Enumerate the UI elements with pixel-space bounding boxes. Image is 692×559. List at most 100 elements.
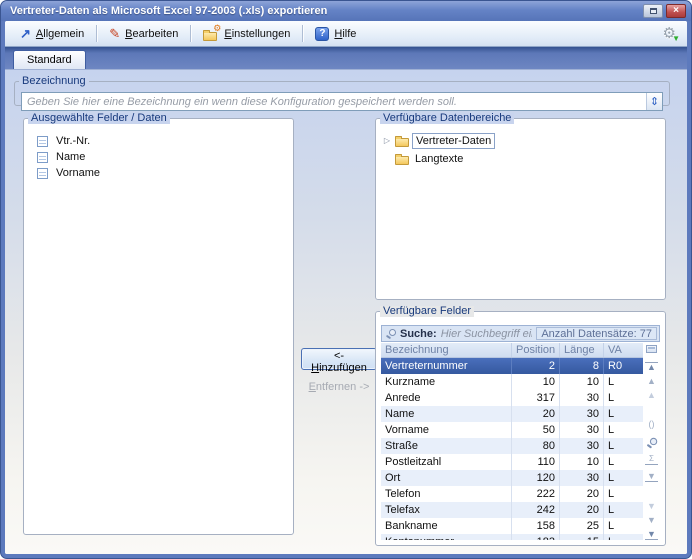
updown-arrow-icon: ⇕ (649, 96, 660, 108)
cell-bezeichnung: Kontonummer (381, 534, 511, 540)
remove-button[interactable]: Entfernen -> (293, 381, 385, 393)
column-header-va[interactable]: VA (603, 343, 643, 357)
move-top-button[interactable]: ▲ (645, 362, 658, 372)
arrow-up-right-icon: ↗ (20, 26, 31, 41)
gear-icon: ⚙ (213, 22, 222, 33)
toolbar-button-label: Allgemein (35, 27, 85, 40)
toolbar-separator (96, 25, 98, 42)
dialog-window: Vertreter-Daten als Microsoft Excel 97-2… (0, 0, 692, 559)
cell-bezeichnung: Bankname (385, 520, 438, 532)
move-bottom-button[interactable]: ▼ (645, 530, 658, 540)
cell-laenge: 10 (559, 454, 603, 470)
grid-navigator: ▲ ▲ ▲ () Σ ▼ ▼ ▼ ▼ (643, 343, 660, 540)
cell-laenge: 15 (559, 534, 603, 540)
data-areas-tree: ▷ Vertreter-Daten Langtexte (376, 124, 665, 168)
column-header-laenge[interactable]: Länge (559, 343, 603, 357)
bezeichnung-combobox[interactable]: Geben Sie hier eine Bezeichnung ein wenn… (21, 92, 663, 111)
move-down-alt-button[interactable]: ▼ (645, 502, 658, 511)
table-row[interactable]: Straße 80 30 L (381, 438, 643, 454)
cell-position: 2 (511, 358, 559, 374)
table-row[interactable]: Telefax 242 20 L (381, 502, 643, 518)
list-item-label: Vorname (56, 167, 101, 179)
window-controls: × (643, 4, 686, 18)
cell-va: L (603, 438, 643, 454)
title-bar[interactable]: Vertreter-Daten als Microsoft Excel 97-2… (1, 1, 691, 21)
toolbar-separator (302, 25, 304, 42)
toolbar-button-hilfe[interactable]: ? Hilfe (308, 25, 363, 43)
table-row[interactable]: Ort 120 30 L (381, 470, 643, 486)
folder-icon (395, 136, 409, 147)
cell-va: R0 (603, 358, 643, 374)
column-header-position[interactable]: Position (511, 343, 559, 357)
table-row[interactable]: Vertreternummer 2 8 R0 (381, 358, 643, 374)
tree-item-langtexte[interactable]: Langtexte (382, 150, 665, 168)
data-areas-group: Verfügbare Datenbereiche ▷ Vertreter-Dat… (375, 113, 666, 300)
search-icon (386, 328, 396, 339)
combo-dropdown-button[interactable]: ⇕ (646, 93, 662, 110)
column-header-bezeichnung[interactable]: Bezeichnung (381, 343, 511, 357)
toolbar-button-export-settings[interactable]: ⚙ ▼ (660, 24, 680, 43)
toolbar-button-label: Einstellungen (224, 27, 291, 40)
folder-icon (203, 29, 218, 41)
column-chooser-button[interactable] (646, 345, 657, 353)
tab-strip: Standard (5, 47, 687, 69)
cell-va: L (603, 406, 643, 422)
cell-laenge: 8 (559, 358, 603, 374)
table-row[interactable]: Anrede 317 30 L (381, 390, 643, 406)
table-row[interactable]: Postleitzahl 110 10 L (381, 454, 643, 470)
bezeichnung-placeholder: Geben Sie hier eine Bezeichnung ein wenn… (27, 95, 457, 108)
record-count-badge: Anzahl Datensätze: 77 (536, 327, 657, 340)
expander-icon[interactable]: ▷ (382, 137, 392, 145)
table-row[interactable]: Vorname 50 30 L (381, 422, 643, 438)
cell-position: 80 (511, 438, 559, 454)
cell-va: L (603, 486, 643, 502)
restore-icon (649, 8, 657, 14)
cell-bezeichnung: Kurzname (385, 376, 436, 388)
table-row[interactable]: Name 20 30 L (381, 406, 643, 422)
cell-bezeichnung: Telefax (385, 504, 420, 516)
tab-standard[interactable]: Standard (13, 50, 86, 69)
restore-button[interactable] (643, 4, 663, 18)
table-row[interactable]: Bankname 158 25 L (381, 518, 643, 534)
cell-position: 10 (511, 374, 559, 390)
cell-position: 110 (511, 454, 559, 470)
toolbar-button-allgemein[interactable]: ↗ Allgemein (13, 25, 91, 42)
edit-pencil-icon: ✎ (109, 26, 121, 41)
locate-search-button[interactable] (646, 437, 657, 448)
list-item[interactable]: Vtr.-Nr. (37, 133, 293, 149)
list-item[interactable]: Vorname (37, 165, 293, 181)
cell-laenge: 30 (559, 406, 603, 422)
cell-laenge: 30 (559, 422, 603, 438)
cell-bezeichnung: Postleitzahl (385, 456, 442, 468)
summary-icon[interactable]: Σ (645, 455, 658, 465)
cell-laenge: 30 (559, 438, 603, 454)
search-bar[interactable]: Suche: Hier Suchbegriff eingebe Anzahl D… (381, 325, 660, 342)
toolbar-button-einstellungen[interactable]: ⚙ Einstellungen (196, 22, 297, 43)
table-row[interactable]: Telefon 222 20 L (381, 486, 643, 502)
move-down-button[interactable]: ▼ (645, 516, 658, 525)
move-up-button[interactable]: ▲ (645, 377, 658, 386)
cell-position: 242 (511, 502, 559, 518)
close-button[interactable]: × (666, 4, 686, 18)
toolbar: ↗ Allgemein ✎ Bearbeiten ⚙ Einstellungen… (5, 21, 687, 47)
toolbar-button-label: Bearbeiten (125, 27, 179, 40)
cell-laenge: 10 (559, 374, 603, 390)
cell-va: L (603, 454, 643, 470)
add-button[interactable]: <- Hinzufügen (301, 348, 377, 374)
cell-laenge: 25 (559, 518, 603, 534)
table-icon (37, 167, 48, 179)
table-row[interactable]: Kurzname 10 10 L (381, 374, 643, 390)
table-row[interactable]: Kontonummer18315L (381, 534, 643, 540)
cell-bezeichnung: Telefon (385, 488, 421, 500)
list-item[interactable]: Name (37, 149, 293, 165)
toolbar-button-bearbeiten[interactable]: ✎ Bearbeiten (102, 25, 185, 42)
brackets-icon[interactable]: () (645, 420, 658, 429)
filter-icon[interactable]: ▼ (645, 472, 658, 482)
table-icon (37, 135, 48, 147)
tab-label: Standard (27, 54, 72, 66)
group-caption: Bezeichnung (19, 76, 89, 87)
list-item-label: Name (56, 151, 86, 163)
move-up-alt-button[interactable]: ▲ (645, 391, 658, 400)
tree-item-vertreter-daten[interactable]: ▷ Vertreter-Daten (382, 132, 665, 150)
cell-va: L (603, 518, 643, 534)
